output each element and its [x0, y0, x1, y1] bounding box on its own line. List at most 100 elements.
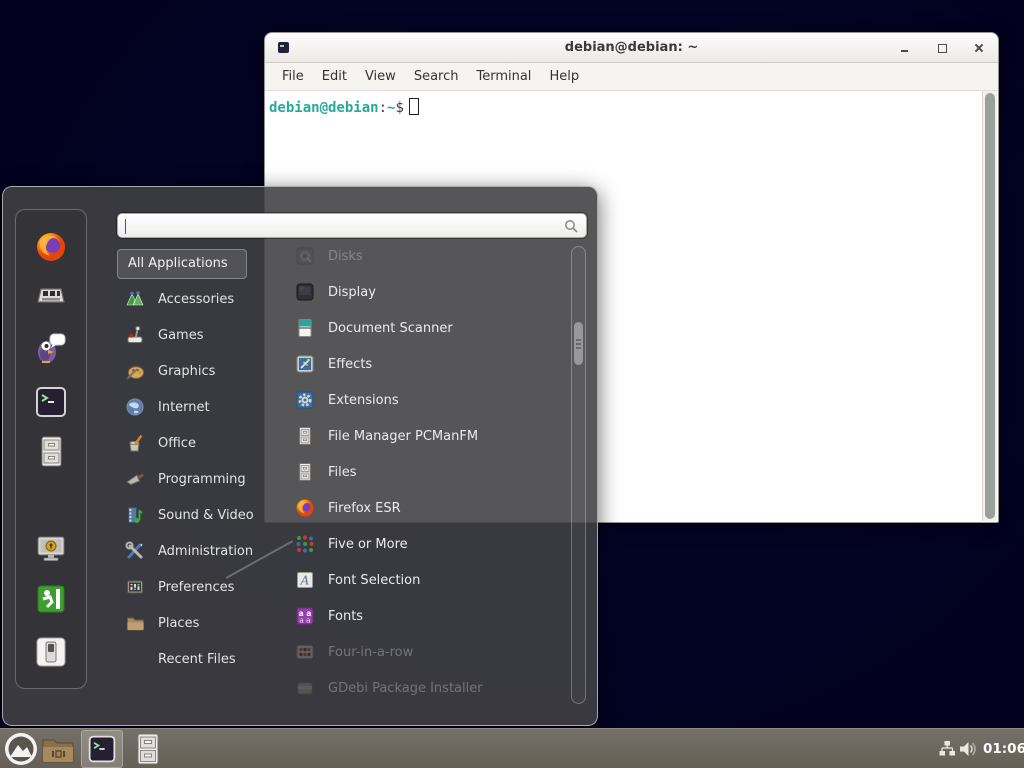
- terminal-scrollbar[interactable]: [982, 91, 997, 521]
- app-list-scrollbar-thumb[interactable]: [574, 322, 583, 365]
- menu-button[interactable]: [4, 732, 38, 766]
- category-programming[interactable]: Programming: [117, 461, 283, 497]
- menu-help[interactable]: Help: [540, 63, 588, 91]
- lock-screen-button[interactable]: [34, 532, 68, 566]
- logout-button[interactable]: [34, 582, 68, 616]
- application-menu: debian: [2, 186, 598, 726]
- favorite-terminal[interactable]: [34, 385, 68, 419]
- terminal-titlebar[interactable]: debian@debian: ~: [265, 33, 998, 63]
- favorite-pidgin[interactable]: [34, 331, 68, 365]
- terminal-icon: [34, 385, 68, 419]
- text-caret: [125, 219, 126, 234]
- category-recent-files[interactable]: Recent Files: [117, 641, 283, 677]
- taskbar: 01:06: [0, 728, 1024, 768]
- volume-icon: [959, 740, 979, 758]
- office-icon: [125, 433, 145, 453]
- app-disks[interactable]: Disks: [283, 238, 569, 274]
- file-cabinet-icon: [134, 733, 162, 766]
- font-selection-icon: A: [295, 570, 315, 590]
- fonts-icon: a a a a: [295, 606, 315, 626]
- file-cabinet-icon: [34, 435, 68, 469]
- category-preferences[interactable]: Preferences: [117, 569, 283, 605]
- terminal-icon: [87, 734, 117, 764]
- keyboard-icon: [34, 280, 68, 314]
- gdebi-icon: [295, 678, 315, 698]
- programming-icon: [125, 469, 145, 489]
- shutdown-button[interactable]: [34, 635, 68, 669]
- app-document-scanner[interactable]: Document Scanner: [283, 310, 569, 346]
- app-gdebi-package-installer[interactable]: GDebi Package Installer: [283, 670, 569, 706]
- menu-file[interactable]: File: [273, 63, 313, 91]
- document-scanner-icon: [295, 318, 315, 338]
- shell-prompt: debian@debian:~$: [269, 98, 419, 116]
- pidgin-icon: [34, 331, 68, 365]
- clock[interactable]: 01:06: [983, 729, 1024, 768]
- category-games[interactable]: Games: [117, 317, 283, 353]
- favorite-keyboard[interactable]: [34, 280, 68, 314]
- category-office[interactable]: Office: [117, 425, 283, 461]
- category-accessories[interactable]: Accessories: [117, 281, 283, 317]
- search-box[interactable]: [117, 213, 587, 238]
- terminal-scrollbar-thumb[interactable]: [985, 93, 995, 519]
- app-display[interactable]: Display: [283, 274, 569, 310]
- lock-screen-icon: [34, 532, 68, 566]
- window-title: debian@debian: ~: [265, 33, 998, 63]
- terminal-menubar: File Edit View Search Terminal Help: [265, 63, 998, 91]
- app-font-selection[interactable]: A Font Selection: [283, 562, 569, 598]
- disks-icon: [295, 246, 315, 266]
- internet-icon: [125, 397, 145, 417]
- category-internet[interactable]: Internet: [117, 389, 283, 425]
- category-all-applications[interactable]: All Applications: [117, 249, 247, 279]
- category-administration[interactable]: Administration: [117, 533, 283, 569]
- app-firefox-esr[interactable]: Firefox ESR: [283, 490, 569, 526]
- search-input[interactable]: [124, 216, 554, 235]
- menu-launcher-icon: [4, 732, 38, 766]
- five-or-more-icon: [295, 534, 315, 554]
- effects-icon: [295, 354, 315, 374]
- folder-icon: [41, 735, 75, 765]
- file-cabinet-icon: [295, 426, 315, 446]
- prompt-user-host: debian@debian: [269, 100, 379, 116]
- app-files[interactable]: Files: [283, 454, 569, 490]
- category-places[interactable]: Places: [117, 605, 283, 641]
- preferences-icon: [125, 577, 145, 597]
- app-effects[interactable]: Effects: [283, 346, 569, 382]
- search-icon: [564, 219, 579, 234]
- category-graphics[interactable]: Graphics: [117, 353, 283, 389]
- sound-video-icon: [125, 505, 145, 525]
- network-tray-icon[interactable]: [938, 740, 956, 758]
- favorites-panel: [15, 209, 87, 689]
- menu-terminal[interactable]: Terminal: [467, 63, 540, 91]
- menu-search[interactable]: Search: [405, 63, 468, 91]
- games-icon: [125, 325, 145, 345]
- category-sound-video[interactable]: Sound & Video: [117, 497, 283, 533]
- display-icon: [295, 282, 315, 302]
- file-browser-launcher[interactable]: [41, 735, 75, 765]
- graphics-icon: [125, 361, 145, 381]
- menu-edit[interactable]: Edit: [313, 63, 356, 91]
- close-button[interactable]: [974, 43, 984, 53]
- extensions-icon: [295, 390, 315, 410]
- minimize-button[interactable]: [900, 43, 910, 53]
- network-icon: [938, 740, 956, 758]
- menu-view[interactable]: View: [356, 63, 405, 91]
- favorite-firefox[interactable]: [34, 230, 68, 264]
- volume-tray-icon[interactable]: [959, 740, 979, 758]
- firefox-icon: [295, 498, 315, 518]
- places-folder-icon: [125, 613, 145, 633]
- terminal-taskbar-button[interactable]: [81, 730, 123, 768]
- app-four-in-a-row[interactable]: Four-in-a-row: [283, 634, 569, 670]
- accessories-icon: [125, 289, 145, 309]
- file-manager-launcher[interactable]: [134, 733, 162, 766]
- app-list-scrollbar[interactable]: [571, 246, 586, 704]
- app-file-manager-pcmanfm[interactable]: File Manager PCManFM: [283, 418, 569, 454]
- svg-text:A: A: [300, 574, 310, 588]
- shutdown-icon: [34, 635, 68, 669]
- app-five-or-more[interactable]: Five or More: [283, 526, 569, 562]
- app-extensions[interactable]: Extensions: [283, 382, 569, 418]
- maximize-button[interactable]: [937, 43, 947, 53]
- administration-icon: [125, 541, 145, 561]
- terminal-cursor: [409, 98, 419, 115]
- favorite-file-manager[interactable]: [34, 435, 68, 469]
- app-fonts[interactable]: a a a a Fonts: [283, 598, 569, 634]
